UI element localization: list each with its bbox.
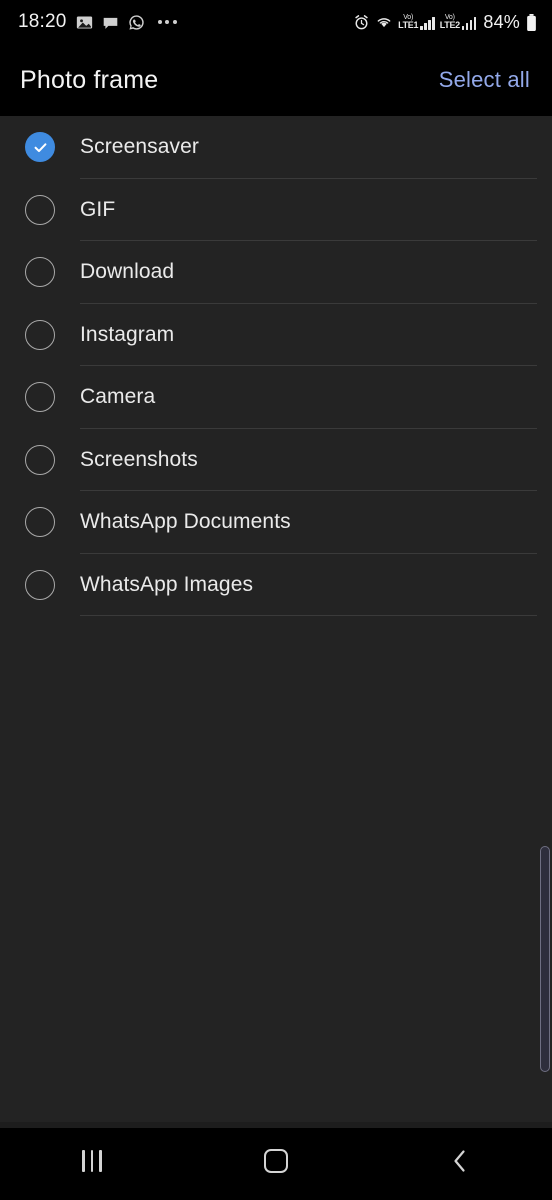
status-bar-left: 18:20 [18,11,177,33]
select-all-button[interactable]: Select all [439,67,530,93]
sim1-signal-icon [420,17,435,30]
checkbox-unchecked-icon[interactable] [25,257,55,288]
list-item-label: Screenshots [80,447,198,471]
list-item-label: GIF [80,197,116,221]
checkbox-unchecked-icon[interactable] [25,507,55,538]
list-item[interactable]: Screensaver [0,116,552,179]
phone-screen: 18:20 Vo) LTE1 Vo) LTE2 84% Photo frame … [0,0,552,1200]
sim2-network-label: LTE2 [439,20,460,30]
list-item[interactable]: Camera [0,366,552,429]
list-item-label: WhatsApp Images [80,572,254,596]
checkbox-wrap[interactable] [0,257,80,288]
sim1-volte-indicator: Vo) LTE1 [398,14,435,30]
page-title: Photo frame [20,65,159,94]
sim1-network-label: LTE1 [398,20,419,30]
back-chevron-icon [449,1148,471,1174]
alarm-icon [353,14,370,31]
sim2-volte-indicator: Vo) LTE2 [440,14,477,30]
checkbox-checked-icon[interactable] [25,132,55,163]
list-item-label: Screensaver [80,135,199,159]
list-item[interactable]: GIF [0,179,552,241]
navbar-divider [0,1122,552,1128]
home-button[interactable] [184,1122,368,1200]
checkbox-wrap[interactable] [0,382,80,413]
checkbox-wrap[interactable] [0,132,80,163]
list-item[interactable]: Instagram [0,304,552,366]
checkbox-unchecked-icon[interactable] [25,569,55,600]
list-item[interactable]: Download [0,241,552,304]
recents-button[interactable] [0,1122,184,1200]
recents-icon [82,1150,102,1172]
list-divider [80,615,537,616]
wifi-icon [375,14,393,31]
sim2-signal-icon [461,17,477,30]
battery-full-icon [525,13,538,32]
checkbox-unchecked-icon[interactable] [25,444,55,475]
back-button[interactable] [368,1122,552,1200]
checkbox-wrap[interactable] [0,569,80,600]
whatsapp-icon [128,14,145,31]
app-header: Photo frame Select all [0,44,552,116]
list-item[interactable]: WhatsApp Documents [0,491,552,554]
checkbox-wrap[interactable] [0,444,80,475]
list-item[interactable]: WhatsApp Images [0,554,552,616]
checkbox-wrap[interactable] [0,194,80,225]
gallery-icon [76,14,93,31]
message-icon [102,14,119,31]
checkbox-wrap[interactable] [0,319,80,350]
status-bar: 18:20 Vo) LTE1 Vo) LTE2 84% [0,0,552,44]
list-item-label: Camera [80,385,156,409]
navigation-bar [0,1122,552,1200]
checkbox-unchecked-icon[interactable] [25,319,55,350]
status-bar-right: Vo) LTE1 Vo) LTE2 84% [353,12,538,33]
status-bar-clock: 18:20 [18,11,67,32]
battery-percent-label: 84% [483,11,520,32]
checkbox-wrap[interactable] [0,507,80,538]
checkbox-unchecked-icon[interactable] [25,382,55,413]
checkbox-unchecked-icon[interactable] [25,194,55,225]
home-icon [264,1149,288,1173]
scrollbar-thumb[interactable] [540,846,550,1072]
list-item-label: Instagram [80,322,175,346]
folder-list: Screensaver GIF Download Instagram Camer… [0,116,552,1116]
list-item[interactable]: Screenshots [0,429,552,491]
list-item-label: Download [80,260,175,284]
overflow-dots-icon [157,20,177,24]
list-item-label: WhatsApp Documents [80,510,291,534]
